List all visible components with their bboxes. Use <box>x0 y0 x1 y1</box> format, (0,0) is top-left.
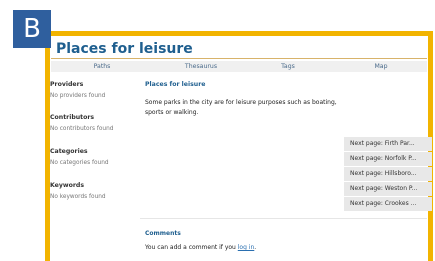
top-nav: Paths Thesaurus Tags Map <box>51 61 427 72</box>
page-title: Places for leisure <box>56 41 193 57</box>
comments-divider <box>140 218 427 219</box>
categories-empty-text: No categories found <box>50 160 109 166</box>
next-page-link[interactable]: Next page: Norfolk P... <box>344 152 432 166</box>
next-page-link[interactable]: Next page: Hillsboro... <box>344 167 432 181</box>
nav-thesaurus[interactable]: Thesaurus <box>185 61 217 72</box>
categories-section: Categories No categories found <box>50 148 138 166</box>
contributors-empty-text: No contributors found <box>50 126 114 132</box>
content-description: Some parks in the city are for leisure p… <box>145 99 337 116</box>
providers-empty-text: No providers found <box>50 93 106 99</box>
login-link[interactable]: log in <box>238 244 255 251</box>
nav-tags[interactable]: Tags <box>281 61 295 72</box>
next-page-link[interactable]: Next page: Crookes ... <box>344 197 432 211</box>
next-page-link[interactable]: Next page: Firth Par... <box>344 137 432 151</box>
contributors-heading: Contributors <box>50 114 95 121</box>
sidebar: Providers No providers found Contributor… <box>50 81 138 200</box>
next-page-list: Next page: Firth Par... Next page: Norfo… <box>344 137 432 212</box>
providers-section: Providers No providers found <box>50 81 138 99</box>
keywords-heading: Keywords <box>50 182 85 189</box>
comments-suffix: . <box>254 244 257 251</box>
slide-label-badge: B <box>13 10 51 48</box>
comments-prefix: You can add a comment if you <box>145 244 238 251</box>
keywords-section: Keywords No keywords found <box>50 182 138 200</box>
next-page-link[interactable]: Next page: Weston P... <box>344 182 432 196</box>
providers-heading: Providers <box>50 81 84 88</box>
comments-heading: Comments <box>145 230 181 237</box>
content-heading: Places for leisure <box>145 81 206 88</box>
nav-paths[interactable]: Paths <box>94 61 111 72</box>
title-divider <box>51 58 427 59</box>
categories-heading: Categories <box>50 148 88 155</box>
keywords-empty-text: No keywords found <box>50 194 106 200</box>
comments-text: You can add a comment if you log in. <box>145 244 256 251</box>
contributors-section: Contributors No contributors found <box>50 114 138 132</box>
nav-map[interactable]: Map <box>374 61 387 72</box>
